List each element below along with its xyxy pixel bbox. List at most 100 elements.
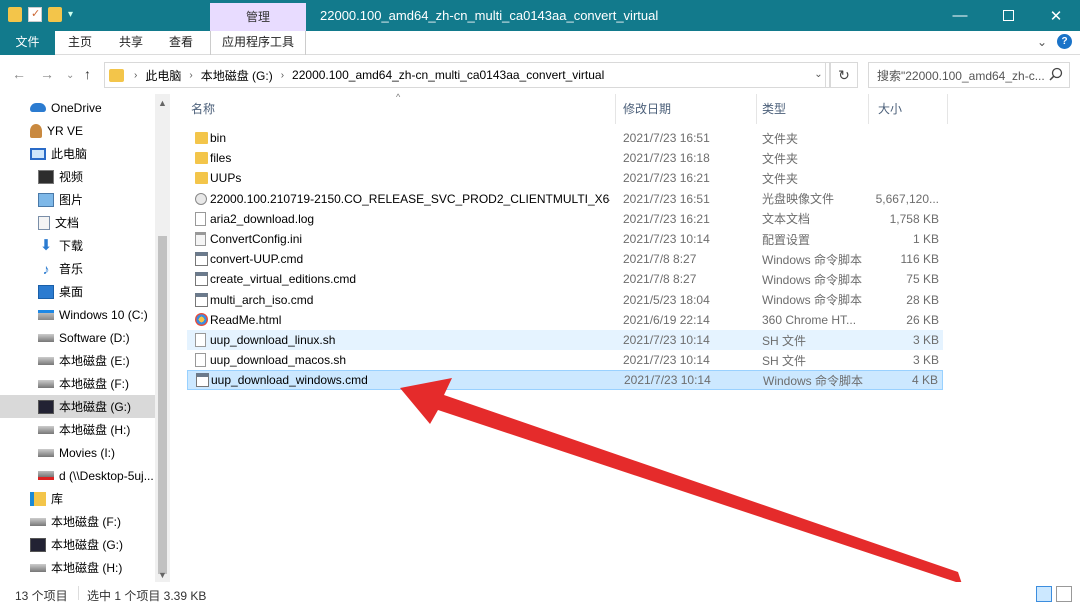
tab-app-tools[interactable]: 应用程序工具 (210, 31, 306, 55)
file-row[interactable]: multi_arch_iso.cmd 2021/5/23 18:04 Windows… (187, 290, 943, 310)
refresh-button[interactable]: ↻ (830, 62, 858, 88)
large-icons-view-button[interactable] (1056, 586, 1072, 602)
sidebar-item[interactable]: 本地磁盘 (G:) (0, 533, 155, 556)
up-button[interactable]: ↑ (84, 66, 91, 82)
sidebar-item[interactable]: ♪ 音乐 (0, 257, 155, 280)
file-row[interactable]: create_virtual_editions.cmd 2021/7/8 8:27… (187, 269, 943, 289)
sidebar-item[interactable]: 库 (0, 487, 155, 510)
video-icon (38, 169, 54, 184)
tab-manage[interactable]: 管理 (210, 3, 306, 31)
file-type: SH 文件 (762, 333, 807, 348)
sidebar-item[interactable]: 本地磁盘 (F:) (0, 372, 155, 395)
sidebar-item-label: 本地磁盘 (F:) (59, 377, 129, 391)
column-header-name[interactable]: 名称 (191, 94, 215, 124)
sidebar-item[interactable]: 本地磁盘 (H:) (0, 418, 155, 441)
tab-view[interactable]: 查看 (159, 31, 203, 55)
maximize-icon (1002, 10, 1014, 21)
breadcrumb-this-pc[interactable]: 此电脑 (145, 67, 181, 84)
sidebar-item[interactable]: 桌面 (0, 280, 155, 303)
scrollbar-thumb[interactable] (158, 236, 167, 574)
file-type: 文件夹 (762, 131, 799, 146)
maximize-button[interactable] (984, 0, 1032, 31)
cmd-file-icon (195, 272, 208, 287)
customize-toolbar-icon[interactable]: ▾ (68, 9, 73, 20)
column-header-type[interactable]: 类型 (762, 94, 786, 124)
search-input[interactable]: 搜索"22000.100_amd64_zh-c... (868, 62, 1070, 88)
column-header-size[interactable]: 大小 (878, 94, 902, 124)
galaxy-drive-icon (38, 399, 54, 414)
sidebar-item[interactable]: 图片 (0, 188, 155, 211)
file-row[interactable]: aria2_download.log 2021/7/23 16:21 文本文档 1,7… (187, 209, 943, 229)
file-name: uup_download_windows.cmd (211, 373, 368, 388)
sidebar-item[interactable]: Software (D:) (0, 326, 155, 349)
sidebar-item-label: 本地磁盘 (G:) (51, 538, 123, 552)
scroll-up-icon[interactable]: ▲ (158, 98, 167, 108)
sidebar-item[interactable]: 此电脑 (0, 142, 155, 165)
details-view-button[interactable] (1036, 586, 1052, 602)
recent-locations-button[interactable]: ⌄ (66, 70, 74, 81)
sidebar-item[interactable]: ⬇ 下载 (0, 234, 155, 257)
breadcrumb-separator[interactable]: › (281, 70, 284, 81)
sidebar-item[interactable]: 视频 (0, 165, 155, 188)
minimize-button[interactable]: — (936, 0, 984, 31)
navigation-pane-scrollbar[interactable]: ▲ ▼ (155, 94, 170, 582)
file-row[interactable]: UUPs 2021/7/23 16:21 文件夹 (187, 168, 943, 188)
breadcrumb-drive-g[interactable]: 本地磁盘 (G:) (201, 67, 273, 84)
column-divider[interactable] (947, 94, 948, 124)
column-header-date[interactable]: 修改日期 (623, 94, 671, 124)
sidebar-item-label: d (\\Desktop-5uj... (59, 468, 154, 483)
file-name: multi_arch_iso.cmd (210, 292, 314, 307)
file-row[interactable]: uup_download_linux.sh 2021/7/23 10:14 SH 文… (187, 330, 943, 350)
forward-button[interactable]: → (40, 66, 54, 82)
help-icon[interactable]: ? (1057, 34, 1072, 49)
windows-drive-icon (38, 309, 54, 320)
file-date: 2021/7/23 10:14 (623, 333, 710, 347)
sidebar-item[interactable]: 本地磁盘 (E:) (0, 349, 155, 372)
back-button[interactable]: ← (12, 66, 26, 82)
sidebar-item[interactable]: YR VE (0, 119, 155, 142)
file-row[interactable]: 22000.100.210719-2150.CO_RELEASE_SVC_PRO… (187, 189, 943, 209)
file-row[interactable]: ReadMe.html 2021/6/19 22:14 360 Chrome HT.… (187, 310, 943, 330)
file-row[interactable]: ConvertConfig.ini 2021/7/23 10:14 配置设置 1 KB (187, 229, 943, 249)
sidebar-item[interactable]: Windows 10 (C:) (0, 303, 155, 326)
breadcrumb-separator[interactable]: › (189, 70, 192, 81)
sidebar-item[interactable]: d (\\Desktop-5uj... (0, 464, 155, 487)
drive-icon (38, 356, 54, 365)
file-size: 1,758 KB (889, 211, 939, 226)
file-size: 5,667,120... (875, 191, 939, 206)
file-row[interactable]: convert-UUP.cmd 2021/7/8 8:27 Windows 命令脚本… (187, 249, 943, 269)
sidebar-item[interactable]: 文档 (0, 211, 155, 234)
ribbon-tabs: 文件 主页 共享 查看 应用程序工具 ⌄ ? (0, 31, 1080, 55)
close-button[interactable]: ✕ (1032, 0, 1080, 31)
address-history-dropdown[interactable]: ⌄ (808, 62, 830, 88)
breadcrumb-separator[interactable]: › (134, 70, 137, 81)
sidebar-item[interactable]: 本地磁盘 (F:) (0, 510, 155, 533)
sidebar-item[interactable]: 本地磁盘 (G:) (0, 395, 155, 418)
documents-icon (38, 215, 50, 230)
tab-file[interactable]: 文件 (0, 31, 55, 55)
column-divider[interactable] (868, 94, 869, 124)
expand-ribbon-button[interactable]: ⌄ (1037, 35, 1047, 49)
column-divider[interactable] (615, 94, 616, 124)
file-size: 75 KB (906, 272, 939, 287)
sidebar-item[interactable]: 本地磁盘 (H:) (0, 556, 155, 579)
file-row[interactable]: uup_download_macos.sh 2021/7/23 10:14 SH 文… (187, 350, 943, 370)
file-name: aria2_download.log (210, 211, 315, 226)
address-bar[interactable]: › 此电脑 › 本地磁盘 (G:) › 22000.100_amd64_zh-c… (104, 62, 826, 88)
file-type: Windows 命令脚本 (762, 272, 863, 287)
scroll-down-icon[interactable]: ▼ (158, 570, 167, 580)
file-row[interactable]: uup_download_windows.cmd 2021/7/23 10:14 W… (187, 370, 943, 391)
tab-share[interactable]: 共享 (109, 31, 153, 55)
new-folder-icon[interactable] (48, 7, 62, 22)
file-name: ConvertConfig.ini (210, 232, 303, 246)
sidebar-item[interactable]: OneDrive (0, 96, 155, 119)
file-row[interactable]: bin 2021/7/23 16:51 文件夹 (187, 128, 943, 148)
sidebar-item[interactable]: Movies (I:) (0, 441, 155, 464)
file-list: ^ 名称 修改日期 类型 大小 bin 2021/7/23 16:51 文件夹 fil… (170, 92, 1080, 582)
file-row[interactable]: files 2021/7/23 16:18 文件夹 (187, 148, 943, 168)
tab-home[interactable]: 主页 (58, 31, 102, 55)
sidebar-item-label: Software (D:) (59, 330, 130, 345)
properties-icon[interactable] (28, 7, 42, 22)
breadcrumb-current-folder[interactable]: 22000.100_amd64_zh-cn_multi_ca0143aa_con… (292, 68, 604, 82)
column-divider[interactable] (756, 94, 757, 124)
